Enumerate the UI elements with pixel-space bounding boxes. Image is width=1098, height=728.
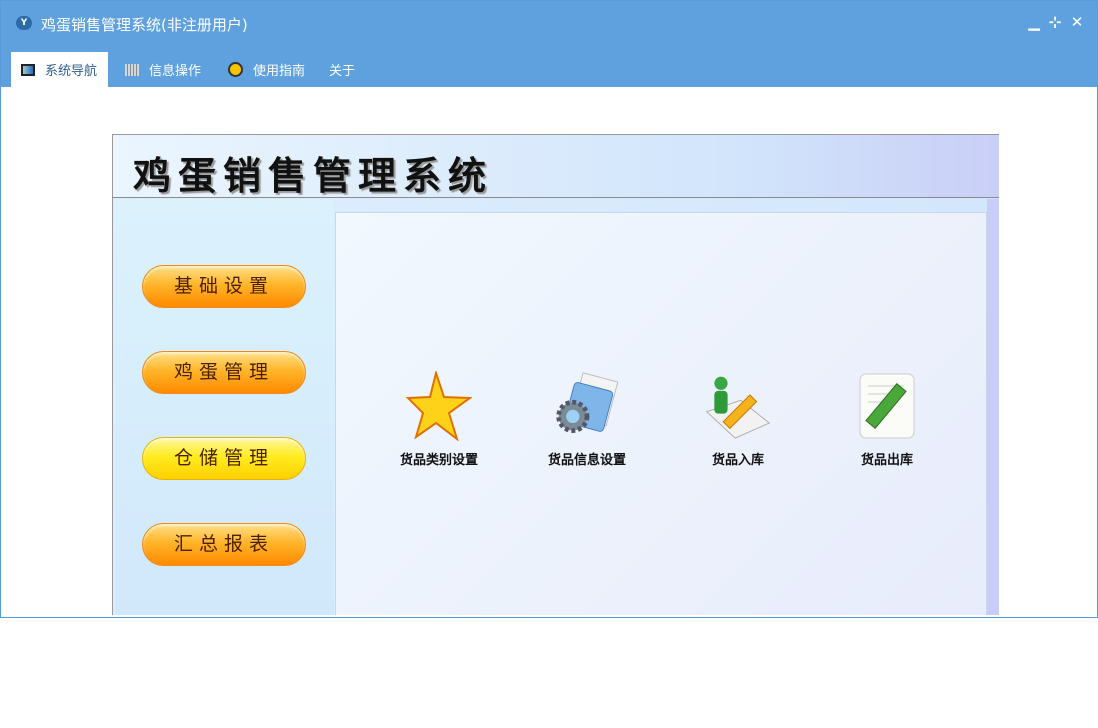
nav-basic-settings-button[interactable]: 基础设置	[142, 265, 306, 308]
panel-header: 鸡蛋销售管理系统	[113, 135, 999, 198]
tab-info-ops[interactable]: 信息操作	[115, 52, 211, 87]
right-strip	[987, 199, 999, 615]
grid-icon	[125, 63, 139, 76]
app-logo-icon: Y	[16, 16, 32, 30]
title-bar: Y 鸡蛋销售管理系统(非注册用户) ▁ ⊹ ✕	[1, 1, 1097, 47]
gear-folder-icon	[552, 371, 622, 441]
minimize-button[interactable]: ▁	[1025, 13, 1043, 31]
side-nav: 基础设置 鸡蛋管理 仓储管理 汇总报表	[115, 199, 334, 615]
app-window: Y 鸡蛋销售管理系统(非注册用户) ▁ ⊹ ✕ 系统导航 信息操作 使用指南 关…	[0, 0, 1098, 618]
item-label: 货品类别设置	[399, 453, 478, 468]
tab-label: 信息操作	[149, 64, 202, 79]
tab-label: 关于	[329, 64, 356, 79]
item-label: 货品出库	[860, 453, 913, 468]
nav-summary-report-button[interactable]: 汇总报表	[142, 523, 306, 566]
goods-outbound-item[interactable]: 货品出库	[827, 371, 947, 468]
item-label: 货品信息设置	[547, 453, 626, 468]
category-settings-item[interactable]: 货品类别设置	[379, 371, 499, 468]
goods-inbound-item[interactable]: 货品入库	[678, 371, 798, 468]
nav-egg-management-button[interactable]: 鸡蛋管理	[142, 351, 306, 394]
tab-bar: 系统导航 信息操作 使用指南 关于	[1, 47, 1097, 87]
close-button[interactable]: ✕	[1068, 13, 1086, 31]
tab-guide[interactable]: 使用指南	[218, 52, 315, 87]
nav-storage-management-button[interactable]: 仓储管理	[142, 437, 306, 480]
monitor-icon	[21, 63, 35, 76]
tab-label: 使用指南	[253, 64, 306, 79]
restore-button[interactable]: ⊹	[1046, 13, 1064, 31]
star-icon	[404, 371, 474, 441]
person-pencil-icon	[703, 371, 773, 441]
item-label: 货品入库	[711, 453, 764, 468]
goods-info-settings-item[interactable]: 货品信息设置	[527, 371, 647, 468]
document-pencil-icon	[852, 371, 922, 441]
tab-system-nav[interactable]: 系统导航	[11, 52, 108, 87]
main-area: 货品类别设置 货品信息设置 货品入库 货品出库	[335, 212, 987, 615]
window-title: 鸡蛋销售管理系统(非注册用户)	[41, 16, 248, 34]
system-panel: 鸡蛋销售管理系统 基础设置 鸡蛋管理 仓储管理 汇总报表 货品类别设置 货品信息…	[112, 134, 999, 615]
tab-label: 系统导航	[45, 64, 98, 79]
help-icon	[228, 62, 243, 77]
system-title: 鸡蛋销售管理系统	[133, 153, 494, 198]
tab-about[interactable]: 关于	[319, 52, 365, 87]
